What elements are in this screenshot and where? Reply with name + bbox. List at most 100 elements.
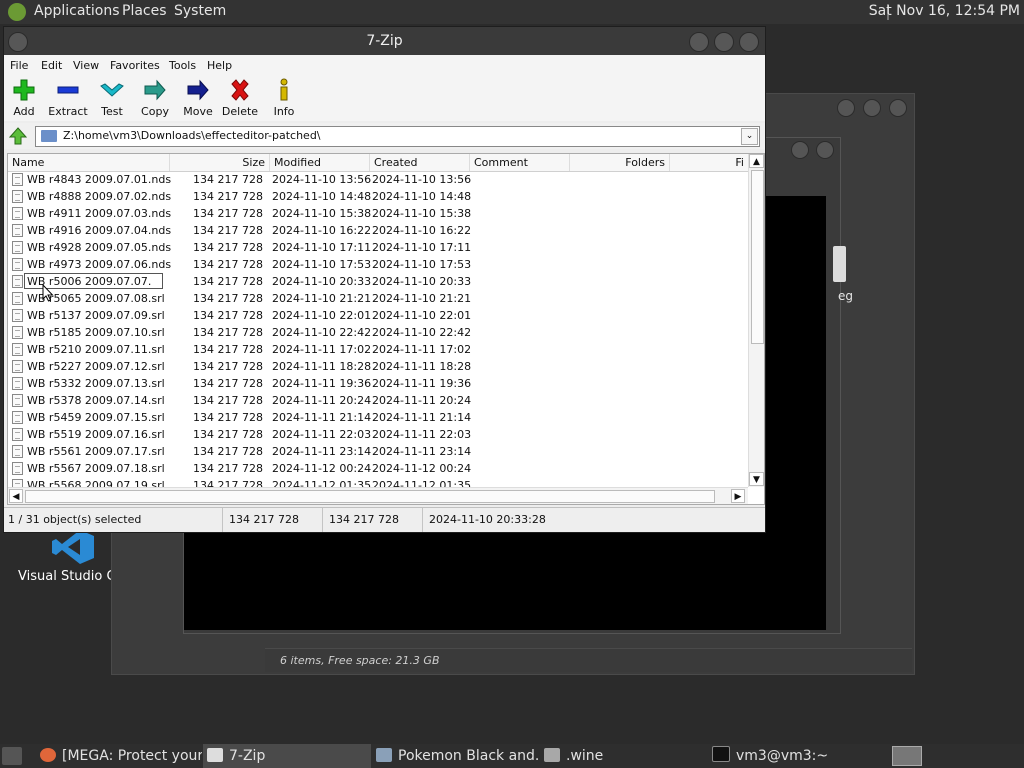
extract-label: Extract xyxy=(48,105,88,118)
task-wine-folder[interactable]: .wine xyxy=(540,744,706,768)
column-modified[interactable]: Modified xyxy=(270,154,370,171)
menu-favorites[interactable]: Favorites xyxy=(110,59,160,72)
vertical-scrollbar[interactable]: ▲ ▼ xyxy=(748,154,764,487)
table-row[interactable]: WB r5227 2009.07.12.srl 134 217 728 2024-1… xyxy=(8,358,748,375)
table-row[interactable]: WB r4911 2009.07.03.nds 134 217 728 2024-1… xyxy=(8,205,748,222)
table-row[interactable]: WB r5065 2009.07.08.srl 134 217 728 2024-1… xyxy=(8,290,748,307)
cell-size: 134 217 728 xyxy=(193,326,263,339)
show-desktop-button[interactable] xyxy=(2,747,22,765)
vscode-label[interactable]: Visual Studio Code xyxy=(18,569,111,584)
column-files[interactable]: Fi xyxy=(670,154,748,171)
task-pokemon[interactable]: Pokemon Black and... xyxy=(372,744,538,768)
table-row[interactable]: WB r5561 2009.07.17.srl 134 217 728 2024-1… xyxy=(8,443,748,460)
window-menu-button[interactable] xyxy=(8,32,28,52)
table-row[interactable]: WB r4973 2009.07.06.nds 134 217 728 2024-1… xyxy=(8,256,748,273)
table-row[interactable]: WB r5378 2009.07.14.srl 134 217 728 2024-1… xyxy=(8,392,748,409)
file-icon xyxy=(12,326,23,339)
vscode-icon[interactable] xyxy=(50,528,96,566)
task-label: .wine xyxy=(566,748,604,764)
table-row[interactable]: WB r5519 2009.07.16.srl 134 217 728 2024-1… xyxy=(8,426,748,443)
horizontal-scrollbar[interactable]: ◀ ▶ xyxy=(8,487,748,504)
address-input[interactable]: Z:\home\vm3\Downloads\effecteditor-patch… xyxy=(35,126,760,147)
workspace-switcher[interactable] xyxy=(892,746,922,766)
column-created[interactable]: Created xyxy=(370,154,470,171)
column-size[interactable]: Size xyxy=(170,154,270,171)
up-folder-icon[interactable] xyxy=(8,126,28,146)
close-button[interactable] xyxy=(739,32,759,52)
cell-created: 2024-11-11 22:03 xyxy=(372,428,472,441)
system-menu[interactable]: System xyxy=(174,3,226,19)
info-button[interactable]: Info xyxy=(262,77,306,118)
add-button[interactable]: Add xyxy=(2,77,46,118)
bg-dialog-button[interactable] xyxy=(816,141,834,159)
scroll-right-icon[interactable]: ▶ xyxy=(731,489,745,503)
column-folders[interactable]: Folders xyxy=(570,154,670,171)
address-path: Z:\home\vm3\Downloads\effecteditor-patch… xyxy=(63,129,321,142)
task-label: [MEGA: Protect your... xyxy=(62,748,202,764)
copy-button[interactable]: Copy xyxy=(133,77,177,118)
menu-view[interactable]: View xyxy=(73,59,99,72)
bg-dialog-button[interactable] xyxy=(791,141,809,159)
7zip-window: 7-Zip File Edit View Favorites Tools Hel… xyxy=(3,26,766,533)
table-row[interactable]: WB r5459 2009.07.15.srl 134 217 728 2024-1… xyxy=(8,409,748,426)
test-icon xyxy=(100,83,124,97)
menu-file[interactable]: File xyxy=(10,59,28,72)
cell-size: 134 217 728 xyxy=(193,207,263,220)
menu-tools[interactable]: Tools xyxy=(169,59,196,72)
extract-icon xyxy=(57,86,79,94)
file-list[interactable]: Name Size Modified Created Comment Folde… xyxy=(7,153,765,505)
test-button[interactable]: Test xyxy=(90,77,134,118)
task-7zip[interactable]: 7-Zip xyxy=(203,744,371,768)
table-row[interactable]: WB r5137 2009.07.09.srl 134 217 728 2024-1… xyxy=(8,307,748,324)
maximize-button[interactable] xyxy=(714,32,734,52)
top-panel: Applications Places System Sat Nov 16, 1… xyxy=(0,0,1024,24)
places-menu[interactable]: Places xyxy=(122,3,167,19)
applications-menu[interactable]: Applications xyxy=(34,3,120,19)
distro-logo-icon[interactable] xyxy=(8,3,26,21)
cell-modified: 2024-11-11 23:14 xyxy=(272,445,372,458)
chevron-down-icon[interactable]: ⌄ xyxy=(741,128,758,145)
hscroll-thumb[interactable] xyxy=(25,490,715,503)
table-row[interactable]: WB r5332 2009.07.13.srl 134 217 728 2024-1… xyxy=(8,375,748,392)
bg-window-button[interactable] xyxy=(863,99,881,117)
window-titlebar[interactable]: 7-Zip xyxy=(4,27,765,55)
table-row[interactable]: WB r5567 2009.07.18.srl 134 217 728 2024-1… xyxy=(8,460,748,477)
table-row[interactable]: WB r4888 2009.07.02.nds 134 217 728 2024-1… xyxy=(8,188,748,205)
table-row[interactable]: WB r5210 2009.07.11.srl 134 217 728 2024-1… xyxy=(8,341,748,358)
scroll-up-icon[interactable]: ▲ xyxy=(749,154,764,168)
move-button[interactable]: Move xyxy=(176,77,220,118)
scroll-thumb[interactable] xyxy=(751,170,764,344)
mouse-cursor-icon xyxy=(42,284,54,302)
scroll-down-icon[interactable]: ▼ xyxy=(749,472,764,486)
column-comment[interactable]: Comment xyxy=(470,154,570,171)
file-icon[interactable] xyxy=(833,246,846,282)
cell-size: 134 217 728 xyxy=(193,445,263,458)
bg-window-button[interactable] xyxy=(837,99,855,117)
column-name[interactable]: Name xyxy=(8,154,170,171)
file-icon xyxy=(12,275,23,288)
minimize-button[interactable] xyxy=(689,32,709,52)
table-row[interactable]: WB r4928 2009.07.05.nds 134 217 728 2024-1… xyxy=(8,239,748,256)
bg-window-button[interactable] xyxy=(889,99,907,117)
status-bar: 1 / 31 object(s) selected 134 217 728 13… xyxy=(4,507,765,532)
extract-button[interactable]: Extract xyxy=(46,77,90,118)
cell-size: 134 217 728 xyxy=(193,241,263,254)
table-row[interactable]: WB r4843 2009.07.01.nds 134 217 728 2024-1… xyxy=(8,171,748,188)
delete-button[interactable]: Delete xyxy=(218,77,262,118)
table-row[interactable]: WB r5185 2009.07.10.srl 134 217 728 2024-1… xyxy=(8,324,748,341)
menu-edit[interactable]: Edit xyxy=(41,59,62,72)
task-terminal[interactable]: vm3@vm3:~ xyxy=(708,744,880,768)
file-icon xyxy=(12,258,23,271)
cell-created: 2024-11-11 20:24 xyxy=(372,394,472,407)
cell-modified: 2024-11-11 20:24 xyxy=(272,394,372,407)
table-row[interactable]: WB r5006 2009.07.07. 134 217 728 2024-11-1… xyxy=(8,273,748,290)
file-icon xyxy=(12,190,23,203)
menu-help[interactable]: Help xyxy=(207,59,232,72)
scroll-left-icon[interactable]: ◀ xyxy=(9,489,23,503)
file-icon xyxy=(12,428,23,441)
task-firefox[interactable]: [MEGA: Protect your... xyxy=(36,744,202,768)
copy-icon xyxy=(144,79,166,101)
clock[interactable]: Sat Nov 16, 12:54 PM xyxy=(869,3,1020,19)
file-icon xyxy=(12,445,23,458)
table-row[interactable]: WB r4916 2009.07.04.nds 134 217 728 2024-1… xyxy=(8,222,748,239)
